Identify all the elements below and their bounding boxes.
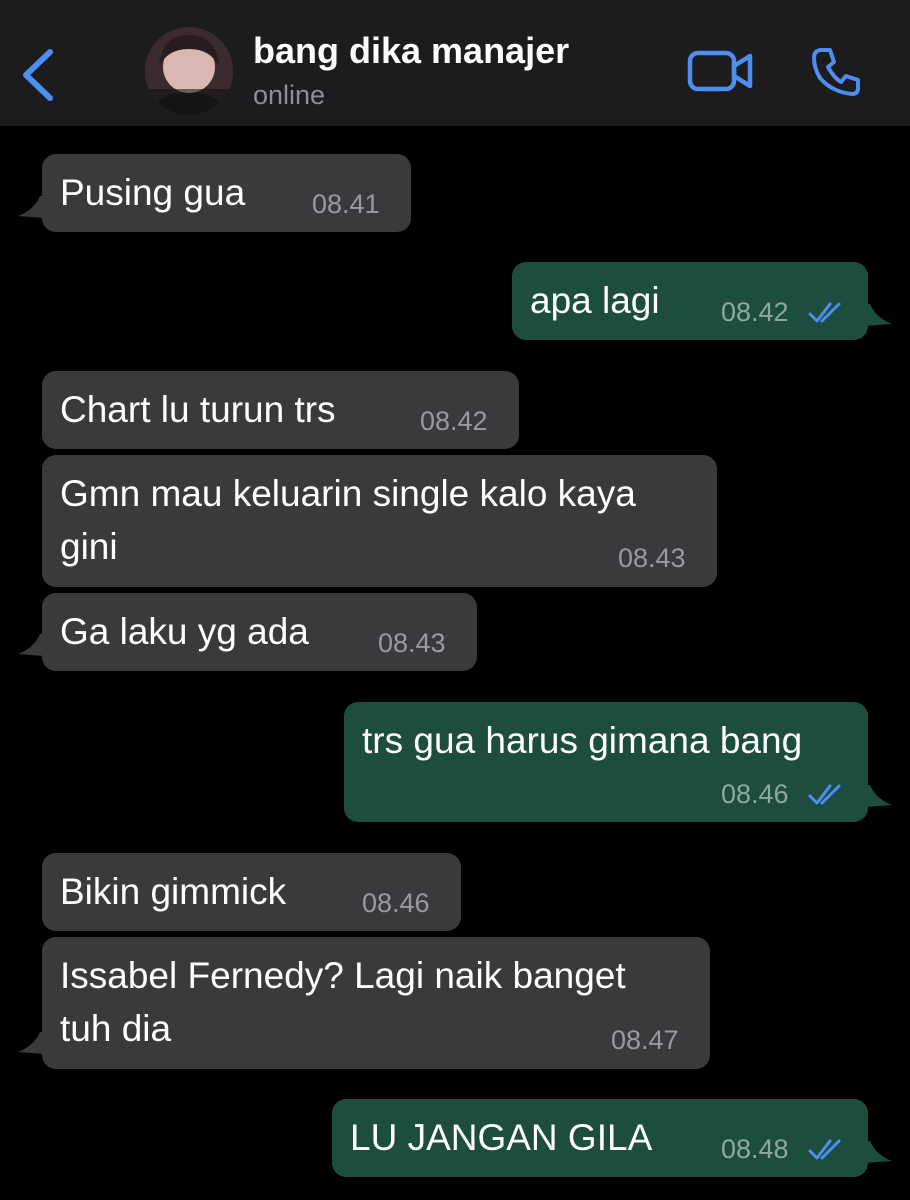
avatar[interactable] — [145, 27, 233, 115]
double-check-icon — [808, 1139, 841, 1160]
phone-icon — [812, 48, 860, 96]
chat-header: bang dika manajer online — [0, 0, 910, 126]
message-text: Bikin gimmick — [60, 871, 287, 912]
message-time: 08.42 — [721, 297, 789, 327]
message-time: 08.43 — [378, 628, 446, 658]
message-time: 08.42 — [420, 406, 488, 436]
message-time: 08.48 — [721, 1134, 789, 1164]
bubble-tail — [866, 1141, 892, 1163]
message-time: 08.41 — [312, 189, 380, 219]
message-outgoing[interactable]: trs gua harus gimana bang 08.46 — [344, 702, 868, 822]
contact-name[interactable]: bang dika manajer — [253, 30, 569, 72]
video-call-button[interactable] — [686, 48, 756, 94]
message-text: apa lagi — [530, 280, 660, 321]
chat-screen: bang dika manajer online Pusing gua 08.4… — [0, 0, 910, 1200]
message-incoming[interactable]: Issabel Fernedy? Lagi naik banget tuh di… — [42, 937, 710, 1069]
message-outgoing[interactable]: apa lagi 08.42 — [512, 262, 868, 340]
chevron-left-icon — [23, 49, 53, 101]
message-incoming[interactable]: Gmn mau keluarin single kalo kaya gini 0… — [42, 455, 717, 587]
video-camera-icon — [687, 50, 753, 92]
contact-status: online — [253, 80, 326, 110]
bubble-tail — [866, 304, 892, 326]
double-check-icon — [808, 784, 841, 805]
message-text-line-1: Gmn mau keluarin single kalo kaya — [60, 473, 636, 514]
message-text-line-2: gini — [60, 526, 118, 567]
message-outgoing[interactable]: LU JANGAN GILA 08.48 — [332, 1099, 868, 1177]
message-text-line-2: tuh dia — [60, 1008, 172, 1049]
message-incoming[interactable]: Chart lu turun trs 08.42 — [42, 371, 519, 449]
message-time: 08.46 — [362, 888, 430, 918]
message-incoming[interactable]: Bikin gimmick 08.46 — [42, 853, 461, 931]
message-text: Chart lu turun trs — [60, 389, 336, 430]
message-text-line-1: Issabel Fernedy? Lagi naik banget — [60, 955, 626, 996]
double-check-icon — [808, 302, 841, 323]
message-incoming[interactable]: Ga laku yg ada 08.43 — [42, 593, 477, 671]
message-time: 08.43 — [618, 543, 686, 573]
bubble-tail — [866, 785, 892, 807]
bubble-tail — [18, 634, 44, 656]
message-text: LU JANGAN GILA — [350, 1117, 653, 1158]
message-text: Ga laku yg ada — [60, 611, 309, 652]
bubble-tail — [18, 1032, 44, 1054]
message-text: trs gua harus gimana bang — [362, 720, 803, 761]
back-button[interactable] — [14, 40, 64, 110]
message-text: Pusing gua — [60, 172, 246, 213]
message-incoming[interactable]: Pusing gua 08.41 — [42, 154, 411, 232]
message-time: 08.46 — [721, 779, 789, 809]
voice-call-button[interactable] — [808, 44, 864, 100]
bubble-tail — [18, 196, 44, 218]
message-time: 08.47 — [611, 1025, 679, 1055]
